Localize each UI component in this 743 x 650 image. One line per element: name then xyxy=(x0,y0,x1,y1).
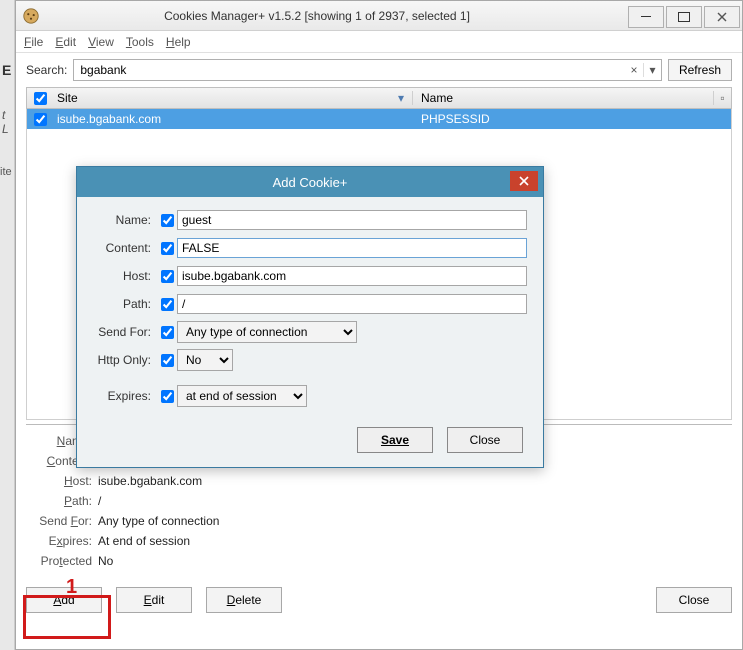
detail-path-label: Path: xyxy=(26,494,98,508)
cell-site: isube.bgabank.com xyxy=(53,112,413,126)
dlg-expires-select[interactable]: at end of session xyxy=(177,385,307,407)
detail-path-value: / xyxy=(98,494,101,508)
cookies-manager-window: Cookies Manager+ v1.5.2 [showing 1 of 29… xyxy=(15,0,743,650)
search-input[interactable] xyxy=(74,60,625,80)
background-app-sliver: E t L ite xyxy=(0,0,15,650)
dlg-host-input[interactable] xyxy=(177,266,527,286)
window-close-button[interactable] xyxy=(704,6,740,28)
column-picker-icon[interactable]: ▫ xyxy=(713,91,731,105)
detail-expires-value: At end of session xyxy=(98,534,190,548)
background-text-2: ite xyxy=(0,166,12,178)
detail-sendfor-label: Send For: xyxy=(26,514,98,528)
dlg-name-label: Name: xyxy=(93,213,157,227)
search-dropdown-icon[interactable]: ▾ xyxy=(643,63,661,77)
add-button[interactable]: Add xyxy=(26,587,102,613)
dialog-cancel-button[interactable]: Close xyxy=(447,427,523,453)
dlg-sendfor-checkbox[interactable] xyxy=(161,326,174,339)
dlg-expires-checkbox[interactable] xyxy=(161,390,174,403)
cookie-row[interactable]: isube.bgabank.com PHPSESSID xyxy=(27,109,731,129)
search-label: Search: xyxy=(26,63,67,77)
menubar: File Edit View Tools Help xyxy=(16,31,742,53)
column-header-name[interactable]: Name xyxy=(413,91,713,105)
dialog-title: Add Cookie+ xyxy=(273,175,348,190)
sort-indicator-icon: ▾ xyxy=(398,91,404,105)
add-cookie-dialog: Add Cookie+ Name: Content: Host: xyxy=(76,166,544,468)
detail-protected-label: Protected xyxy=(26,554,98,568)
background-letter: E xyxy=(2,62,11,78)
menu-file[interactable]: File xyxy=(24,35,43,49)
dlg-host-checkbox[interactable] xyxy=(161,270,174,283)
menu-edit[interactable]: Edit xyxy=(55,35,76,49)
detail-protected-value: No xyxy=(98,554,113,568)
close-button[interactable]: Close xyxy=(656,587,732,613)
dlg-host-label: Host: xyxy=(93,269,157,283)
app-cookie-icon xyxy=(22,7,40,25)
search-input-wrap: × ▾ xyxy=(73,59,662,81)
titlebar: Cookies Manager+ v1.5.2 [showing 1 of 29… xyxy=(16,1,742,31)
dialog-close-button[interactable] xyxy=(510,171,538,191)
dlg-name-input[interactable] xyxy=(177,210,527,230)
dlg-path-checkbox[interactable] xyxy=(161,298,174,311)
dlg-sendfor-select[interactable]: Any type of connection xyxy=(177,321,357,343)
dlg-http-label: Http Only: xyxy=(93,353,157,367)
dlg-sendfor-label: Send For: xyxy=(93,325,157,339)
search-row: Search: × ▾ Refresh xyxy=(16,53,742,87)
menu-tools[interactable]: Tools xyxy=(126,35,154,49)
menu-help[interactable]: Help xyxy=(166,35,191,49)
minimize-button[interactable] xyxy=(628,6,664,28)
bottom-button-bar: Add Edit Delete Close xyxy=(16,577,742,623)
detail-expires-label: Expires: xyxy=(26,534,98,548)
detail-host-label: Host: xyxy=(26,474,98,488)
row-checkbox[interactable] xyxy=(34,113,47,126)
dlg-path-label: Path: xyxy=(93,297,157,311)
refresh-button[interactable]: Refresh xyxy=(668,59,732,81)
dlg-path-input[interactable] xyxy=(177,294,527,314)
delete-button[interactable]: Delete xyxy=(206,587,282,613)
dialog-save-button[interactable]: Save xyxy=(357,427,433,453)
maximize-button[interactable] xyxy=(666,6,702,28)
detail-sendfor-value: Any type of connection xyxy=(98,514,219,528)
dlg-content-checkbox[interactable] xyxy=(161,242,174,255)
background-text: t L xyxy=(2,108,14,136)
dialog-titlebar: Add Cookie+ xyxy=(77,167,543,197)
table-header: Site ▾ Name ▫ xyxy=(26,87,732,109)
edit-button[interactable]: Edit xyxy=(116,587,192,613)
dlg-http-checkbox[interactable] xyxy=(161,354,174,367)
column-site-label: Site xyxy=(57,91,78,105)
dlg-name-checkbox[interactable] xyxy=(161,214,174,227)
header-checkbox[interactable] xyxy=(27,92,53,105)
cell-name: PHPSESSID xyxy=(413,112,713,126)
dlg-http-select[interactable]: No xyxy=(177,349,233,371)
menu-view[interactable]: View xyxy=(88,35,114,49)
dlg-expires-label: Expires: xyxy=(93,389,157,403)
window-title: Cookies Manager+ v1.5.2 [showing 1 of 29… xyxy=(46,9,628,23)
dlg-content-label: Content: xyxy=(93,241,157,255)
clear-search-icon[interactable]: × xyxy=(625,63,643,77)
column-header-site[interactable]: Site ▾ xyxy=(53,91,413,105)
dlg-content-input[interactable] xyxy=(177,238,527,258)
detail-host-value: isube.bgabank.com xyxy=(98,474,202,488)
